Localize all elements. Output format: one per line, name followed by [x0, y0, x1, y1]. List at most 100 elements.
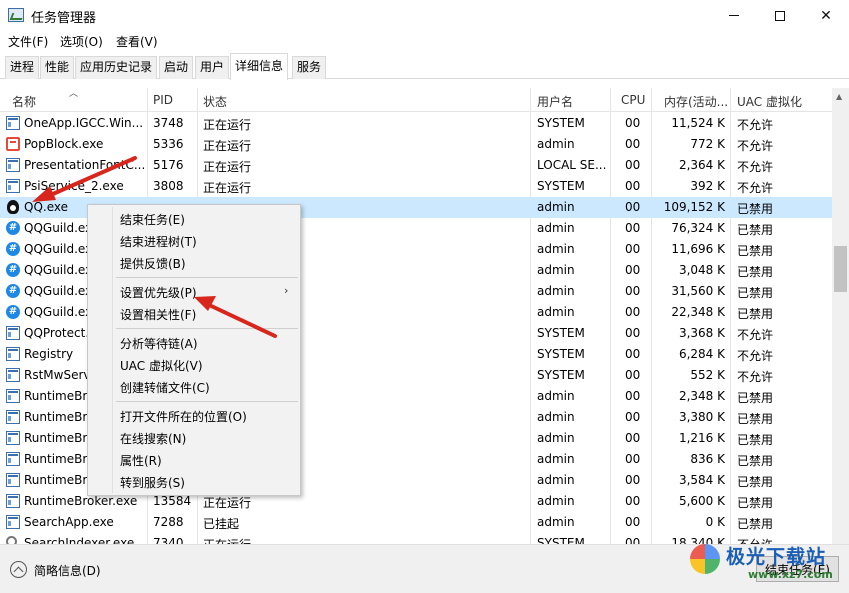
process-user: admin — [537, 431, 575, 445]
maximize-button[interactable] — [757, 0, 803, 31]
title-bar: 任务管理器 ✕ — [0, 0, 849, 31]
menu-options[interactable]: 选项(O) — [60, 33, 103, 50]
table-row[interactable]: PresentationFontC... 5176 正在运行 LOCAL SE... 0… — [0, 155, 832, 176]
menu-file[interactable]: 文件(F) — [8, 33, 48, 50]
col-status[interactable]: 状态 — [203, 93, 227, 110]
process-uac: 不允许 — [737, 328, 774, 342]
process-status: 正在运行 — [203, 496, 252, 510]
process-pid: 3808 — [153, 179, 184, 193]
col-username[interactable]: 用户名 — [537, 93, 573, 110]
menu-feedback[interactable]: 提供反馈(B) — [120, 255, 186, 272]
search-icon — [6, 536, 17, 544]
menu-go-to-service[interactable]: 转到服务(S) — [120, 474, 185, 491]
process-user: SYSTEM — [537, 326, 585, 340]
process-uac: 已禁用 — [737, 307, 774, 321]
process-cpu: 00 — [625, 179, 641, 193]
process-cpu: 00 — [625, 515, 641, 529]
process-memory: 2,364 K — [678, 158, 725, 172]
col-uac[interactable]: UAC 虚拟化 — [737, 93, 802, 110]
tab-users[interactable]: 用户 — [195, 56, 230, 79]
menu-end-process-tree[interactable]: 结束进程树(T) — [120, 233, 197, 250]
minimize-button[interactable] — [711, 0, 757, 31]
process-cpu: 00 — [625, 368, 641, 382]
process-user: admin — [537, 494, 575, 508]
col-pid[interactable]: PID — [153, 93, 173, 107]
scroll-thumb[interactable] — [834, 246, 847, 292]
menu-open-file-location[interactable]: 打开文件所在的位置(O) — [120, 408, 247, 425]
process-uac: 已禁用 — [737, 202, 774, 216]
process-user: admin — [537, 389, 575, 403]
app-icon — [6, 368, 20, 382]
menu-create-dump[interactable]: 创建转储文件(C) — [120, 379, 210, 396]
table-row[interactable]: PopBlock.exe 5336 正在运行 admin 00 772 K 不允许 — [0, 134, 832, 155]
watermark-text: 极光下载站 — [726, 546, 827, 568]
app-icon — [6, 473, 20, 487]
menu-end-task[interactable]: 结束任务(E) — [120, 211, 185, 228]
app-icon — [6, 158, 20, 172]
process-user: SYSTEM — [537, 536, 585, 544]
process-uac: 已禁用 — [737, 286, 774, 300]
app-icon — [6, 116, 20, 130]
table-row[interactable]: OneApp.IGCC.Win... 3748 正在运行 SYSTEM 00 11,524… — [0, 113, 832, 134]
process-cpu: 00 — [625, 473, 641, 487]
process-uac: 不允许 — [737, 118, 774, 132]
process-memory: 2,348 K — [678, 389, 725, 403]
tab-services[interactable]: 服务 — [292, 56, 327, 79]
menu-analyze-wait-chain[interactable]: 分析等待链(A) — [120, 335, 198, 352]
process-uac: 已禁用 — [737, 433, 774, 447]
process-uac: 已禁用 — [737, 454, 774, 468]
process-memory: 1,216 K — [678, 431, 725, 445]
process-name: SearchIndexer.exe — [24, 536, 135, 544]
tab-details[interactable]: 详细信息 — [230, 53, 289, 80]
process-status: 已挂起 — [203, 517, 240, 531]
process-uac: 已禁用 — [737, 475, 774, 489]
guild-icon: # — [6, 263, 20, 277]
col-cpu[interactable]: CPU — [621, 93, 645, 107]
maximize-icon — [775, 10, 785, 21]
collapse-icon[interactable] — [10, 561, 27, 578]
watermark-icon — [690, 544, 720, 574]
tab-app-history[interactable]: 应用历史记录 — [75, 56, 158, 79]
table-row[interactable]: SearchApp.exe 7288 已挂起 admin 00 0 K 已禁用 — [0, 512, 832, 533]
process-uac: 已禁用 — [737, 223, 774, 237]
process-name: PresentationFontC... — [24, 158, 144, 172]
close-button[interactable]: ✕ — [803, 0, 849, 31]
fewer-details-link[interactable]: 简略信息(D) — [34, 562, 101, 579]
process-cpu: 00 — [625, 431, 641, 445]
menu-uac-virtualization[interactable]: UAC 虚拟化(V) — [120, 357, 203, 374]
process-cpu: 00 — [625, 410, 641, 424]
qq-icon — [7, 200, 19, 214]
watermark-url: www.xz7.com — [748, 568, 833, 581]
scroll-up-icon[interactable]: ▲ — [836, 92, 842, 101]
tab-startup[interactable]: 启动 — [159, 56, 194, 79]
table-row[interactable]: PsiService_2.exe 3808 正在运行 SYSTEM 00 392 K 不允许 — [0, 176, 832, 197]
menu-bar: 文件(F) 选项(O) 查看(V) — [0, 31, 849, 52]
col-memory[interactable]: 内存(活动... — [664, 93, 728, 110]
menu-set-priority[interactable]: 设置优先级(P) — [120, 284, 197, 301]
process-user: admin — [537, 221, 575, 235]
process-name: PsiService_2.exe — [24, 179, 124, 193]
menu-set-affinity[interactable]: 设置相关性(F) — [120, 306, 196, 323]
process-memory: 3,380 K — [678, 410, 725, 424]
guild-icon: # — [6, 242, 20, 256]
menu-view[interactable]: 查看(V) — [116, 33, 158, 50]
process-user: admin — [537, 305, 575, 319]
process-cpu: 00 — [625, 452, 641, 466]
process-memory: 392 K — [690, 179, 725, 193]
process-user: SYSTEM — [537, 116, 585, 130]
process-cpu: 00 — [625, 536, 641, 544]
menu-properties[interactable]: 属性(R) — [120, 452, 162, 469]
process-memory: 552 K — [690, 368, 725, 382]
process-cpu: 00 — [625, 389, 641, 403]
tab-processes[interactable]: 进程 — [5, 56, 40, 79]
close-icon: ✕ — [820, 7, 832, 24]
process-user: admin — [537, 515, 575, 529]
menu-search-online[interactable]: 在线搜索(N) — [120, 430, 186, 447]
vertical-scrollbar[interactable]: ▲ — [832, 88, 849, 544]
process-user: admin — [537, 410, 575, 424]
col-name[interactable]: 名称 — [12, 93, 36, 110]
process-status: 正在运行 — [203, 536, 283, 544]
tab-performance[interactable]: 性能 — [40, 56, 75, 79]
process-cpu: 00 — [625, 326, 641, 340]
menu-separator — [116, 401, 298, 402]
